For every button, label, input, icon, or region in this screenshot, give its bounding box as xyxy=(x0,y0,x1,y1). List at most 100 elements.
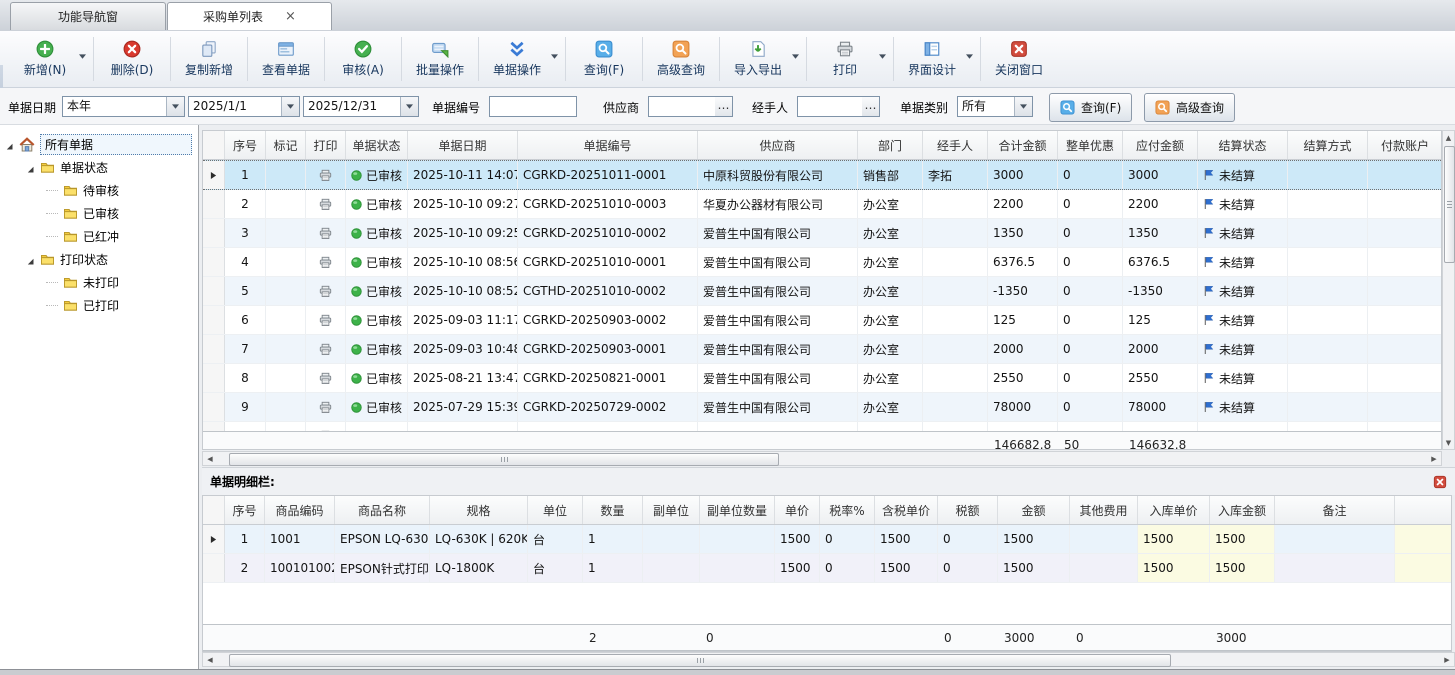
doc-no-input[interactable] xyxy=(489,96,577,117)
chevron-down-icon[interactable] xyxy=(166,97,184,116)
table-row[interactable]: 2已审核2025-10-10 09:27CGRKD-20251010-0003华… xyxy=(203,190,1441,219)
tab-close-icon[interactable]: × xyxy=(285,10,296,23)
toolbar-doc-ops-button[interactable]: 单据操作 xyxy=(482,32,562,86)
col-header-spec[interactable]: 规格 xyxy=(430,496,528,524)
chevron-down-icon[interactable] xyxy=(281,97,299,116)
col-header-tax[interactable]: 税额 xyxy=(938,496,998,524)
doc-type-combo[interactable]: 所有 xyxy=(957,96,1033,117)
col-header-sub_unit[interactable]: 副单位 xyxy=(643,496,700,524)
col-header-unit[interactable]: 单位 xyxy=(528,496,583,524)
supplier-input[interactable] xyxy=(648,96,716,117)
caret-down-icon[interactable] xyxy=(879,54,886,59)
supplier-browse-button[interactable]: … xyxy=(715,96,733,117)
col-header-name[interactable]: 商品名称 xyxy=(335,496,430,524)
tree-group-node[interactable]: 单据状态 xyxy=(0,156,198,179)
toolbar-ui-design-button[interactable]: 界面设计 xyxy=(897,32,977,86)
tree-leaf-node[interactable]: 未打印 xyxy=(0,271,198,294)
col-header-qty[interactable]: 数量 xyxy=(583,496,643,524)
tree-leaf-node[interactable]: 已打印 xyxy=(0,294,198,317)
toolbar-import-export-button[interactable]: 导入导出 xyxy=(723,32,803,86)
handler-input[interactable] xyxy=(797,96,863,117)
col-header-status[interactable]: 单据状态 xyxy=(346,131,408,159)
col-header-amount[interactable]: 金额 xyxy=(998,496,1070,524)
col-header-other_fee[interactable]: 其他费用 xyxy=(1070,496,1138,524)
date-to-combo[interactable]: 2025/12/31 xyxy=(303,96,419,117)
adv-query-filter-button[interactable]: 高级查询 xyxy=(1144,93,1235,122)
col-header-dept[interactable]: 部门 xyxy=(858,131,923,159)
tree-expander-icon[interactable] xyxy=(26,255,35,264)
col-header-supplier[interactable]: 供应商 xyxy=(698,131,858,159)
col-header-tax_rate[interactable]: 税率% xyxy=(820,496,875,524)
scrollbar-thumb[interactable] xyxy=(229,654,1171,667)
table-row[interactable]: 6已审核2025-09-03 11:17CGRKD-20250903-0002爱… xyxy=(203,306,1441,335)
detail-close-icon[interactable] xyxy=(1433,475,1447,489)
col-header-settle_method[interactable]: 结算方式 xyxy=(1288,131,1368,159)
col-header-in_price[interactable]: 入库单价 xyxy=(1138,496,1210,524)
scroll-down-icon[interactable]: ▼ xyxy=(1443,436,1454,449)
caret-down-icon[interactable] xyxy=(551,54,558,59)
col-header-code[interactable]: 商品编码 xyxy=(265,496,335,524)
col-header-settle_status[interactable]: 结算状态 xyxy=(1198,131,1288,159)
caret-down-icon[interactable] xyxy=(79,54,86,59)
col-header-price_tax[interactable]: 含税单价 xyxy=(875,496,938,524)
col-header-price[interactable]: 单价 xyxy=(775,496,820,524)
toolbar-close-window-button[interactable]: 关闭窗口 xyxy=(984,32,1054,86)
col-header-print[interactable]: 打印 xyxy=(306,131,346,159)
col-header-in_amount[interactable]: 入库金额 xyxy=(1210,496,1275,524)
col-header-doc_no[interactable]: 单据编号 xyxy=(518,131,698,159)
table-row[interactable]: 5已审核2025-10-10 08:52CGTHD-20251010-0002爱… xyxy=(203,277,1441,306)
scrollbar-thumb[interactable] xyxy=(229,453,779,466)
scroll-left-icon[interactable]: ◀ xyxy=(203,653,217,666)
col-header-mark[interactable]: 标记 xyxy=(266,131,306,159)
col-header-date[interactable]: 单据日期 xyxy=(408,131,518,159)
table-row[interactable]: 7已审核2025-09-03 10:48CGRKD-20250903-0001爱… xyxy=(203,335,1441,364)
tree-expander-icon[interactable] xyxy=(5,140,14,149)
toolbar-view-doc-button[interactable]: 查看单据 xyxy=(251,32,321,86)
chevron-down-icon[interactable] xyxy=(1014,97,1032,116)
caret-down-icon[interactable] xyxy=(966,54,973,59)
caret-down-icon[interactable] xyxy=(792,54,799,59)
table-row[interactable]: 9已审核2025-07-29 15:39CGRKD-20250729-0002爱… xyxy=(203,393,1441,422)
toolbar-delete-button[interactable]: 删除(D) xyxy=(97,32,167,86)
col-header-remark[interactable]: 备注 xyxy=(1275,496,1395,524)
toolbar-query-button[interactable]: 查询(F) xyxy=(569,32,639,86)
table-row[interactable]: 3已审核2025-10-10 09:25CGRKD-20251010-0002爱… xyxy=(203,219,1441,248)
date-from-combo[interactable]: 2025/1/1 xyxy=(188,96,300,117)
toolbar-batch-ops-button[interactable]: 批量操作 xyxy=(405,32,475,86)
toolbar-copy-new-button[interactable]: 复制新增 xyxy=(174,32,244,86)
scroll-left-icon[interactable]: ◀ xyxy=(203,452,217,465)
toolbar-print-button[interactable]: 打印 xyxy=(810,32,890,86)
tree-node-all-documents[interactable]: 所有单据 xyxy=(0,133,198,156)
col-header-discount[interactable]: 整单优惠 xyxy=(1058,131,1123,159)
col-header-seq[interactable]: 序号 xyxy=(225,131,266,159)
toolbar-audit-button[interactable]: 审核(A) xyxy=(328,32,398,86)
period-combo[interactable]: 本年 xyxy=(62,96,185,117)
col-header-tail[interactable] xyxy=(1395,496,1452,524)
tree-leaf-node[interactable]: 待审核 xyxy=(0,179,198,202)
tree-leaf-node[interactable]: 已红冲 xyxy=(0,225,198,248)
chevron-down-icon[interactable] xyxy=(400,97,418,116)
col-header-payable[interactable]: 应付金额 xyxy=(1123,131,1198,159)
col-header-total[interactable]: 合计金额 xyxy=(988,131,1058,159)
tab-function-nav[interactable]: 功能导航窗 xyxy=(10,2,166,30)
tree-group-node[interactable]: 打印状态 xyxy=(0,248,198,271)
scroll-right-icon[interactable]: ▶ xyxy=(1427,452,1441,465)
table-row[interactable]: 1已审核2025-10-11 14:07CGRKD-20251011-0001中… xyxy=(203,160,1441,190)
tree-leaf-node[interactable]: 已审核 xyxy=(0,202,198,225)
table-row[interactable]: 4已审核2025-10-10 08:56CGRKD-20251010-0001爱… xyxy=(203,248,1441,277)
col-header-pay_account[interactable]: 付款账户 xyxy=(1368,131,1442,159)
col-header-sub_qty[interactable]: 副单位数量 xyxy=(700,496,775,524)
table-row[interactable]: 11001EPSON LQ-630KLQ-630K | 620K台1150001… xyxy=(203,525,1451,554)
col-header-seq[interactable]: 序号 xyxy=(225,496,265,524)
col-header-handler[interactable]: 经手人 xyxy=(923,131,988,159)
tree-expander-icon[interactable] xyxy=(26,163,35,172)
scroll-up-icon[interactable]: ▲ xyxy=(1443,131,1454,144)
toolbar-new-button[interactable]: 新增(N) xyxy=(10,32,90,86)
toolbar-adv-query-button[interactable]: 高级查询 xyxy=(646,32,716,86)
scrollbar-thumb[interactable] xyxy=(1444,146,1455,263)
tab-purchase-list[interactable]: 采购单列表 × xyxy=(167,2,332,30)
table-row[interactable]: 8已审核2025-08-21 13:47CGRKD-20250821-0001爱… xyxy=(203,364,1441,393)
scroll-right-icon[interactable]: ▶ xyxy=(1440,653,1454,666)
handler-browse-button[interactable]: … xyxy=(862,96,880,117)
table-row[interactable]: 2100101002EPSON针式打印LQ-1800K台115000150001… xyxy=(203,554,1451,583)
